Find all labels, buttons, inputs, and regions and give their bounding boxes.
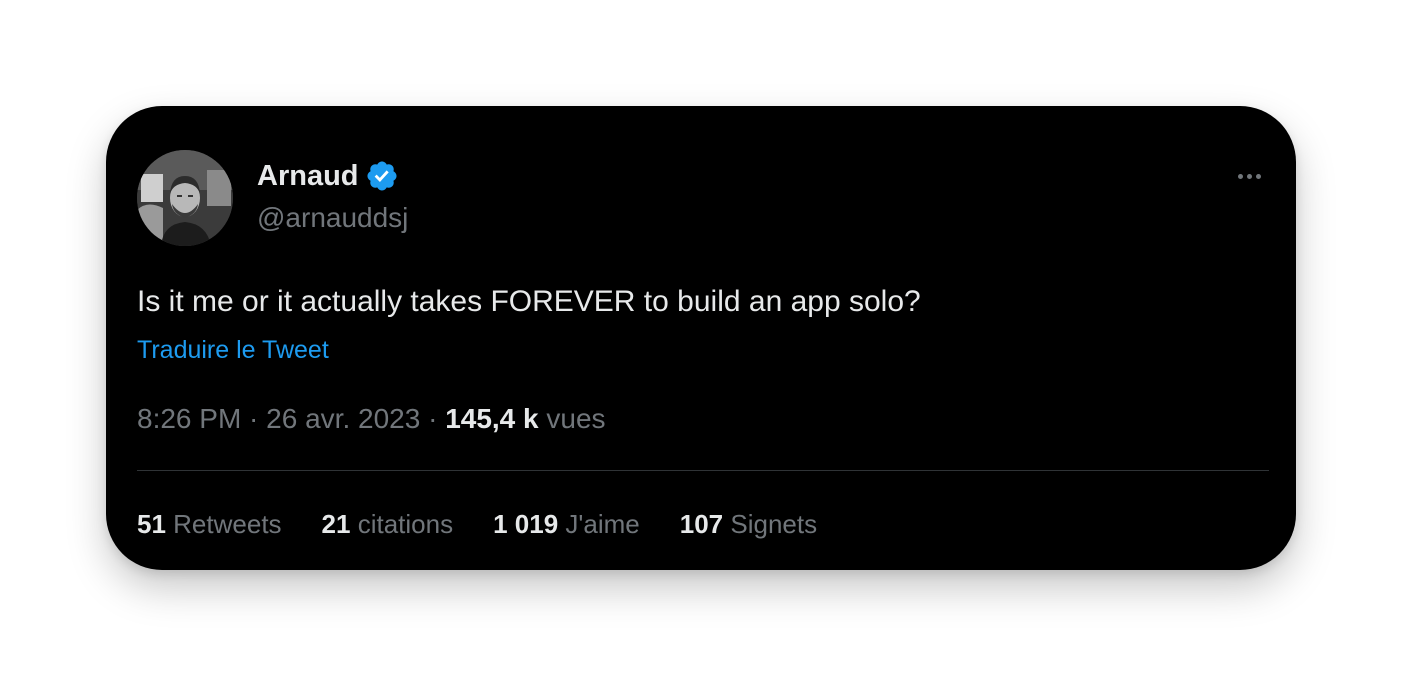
quotes-stat[interactable]: 21 citations (322, 507, 454, 541)
divider (137, 470, 1269, 471)
avatar[interactable] (137, 150, 233, 246)
more-dot (1237, 173, 1243, 179)
stat-label: Retweets (173, 509, 282, 539)
tweet-text: Is it me or it actually takes FOREVER to… (137, 285, 921, 318)
avatar-image (137, 150, 233, 246)
author-handle[interactable]: @arnauddsj (257, 200, 408, 236)
translate-tweet-link[interactable]: Traduire le Tweet (137, 334, 329, 366)
author-name[interactable]: Arnaud (257, 158, 359, 194)
bookmarks-stat[interactable]: 107 Signets (680, 507, 817, 541)
stat-label: citations (357, 509, 454, 539)
stat-count: 107 (679, 509, 724, 539)
stat-count: 21 (321, 509, 351, 539)
stat-label: J'aime (565, 509, 640, 539)
meta-separator: · (420, 403, 446, 434)
meta-separator: · (241, 403, 267, 434)
engagement-stats: 51 Retweets 21 citations 1 019 J'aime 10… (137, 507, 817, 541)
views-count: 145,4 k (445, 403, 539, 434)
tweet-card: Arnaud @arnauddsj Is it me or it actuall… (106, 106, 1296, 570)
tweet-date[interactable]: 26 avr. 2023 (266, 403, 420, 434)
author-name-row: Arnaud (257, 158, 399, 194)
more-dot (1255, 173, 1261, 179)
stat-count: 1 019 (493, 509, 559, 539)
stat-count: 51 (137, 509, 166, 539)
likes-stat[interactable]: 1 019 J'aime (493, 507, 640, 541)
tweet-time[interactable]: 8:26 PM (137, 403, 241, 434)
stat-label: Signets (730, 509, 818, 539)
more-options-icon[interactable] (1232, 162, 1266, 190)
retweets-stat[interactable]: 51 Retweets (137, 507, 282, 541)
verified-badge-icon (366, 161, 397, 191)
tweet-meta: 8:26 PM · 26 avr. 2023 · 145,4 k vues (137, 401, 606, 437)
more-dot (1246, 173, 1252, 179)
views-label: vues (546, 403, 606, 434)
